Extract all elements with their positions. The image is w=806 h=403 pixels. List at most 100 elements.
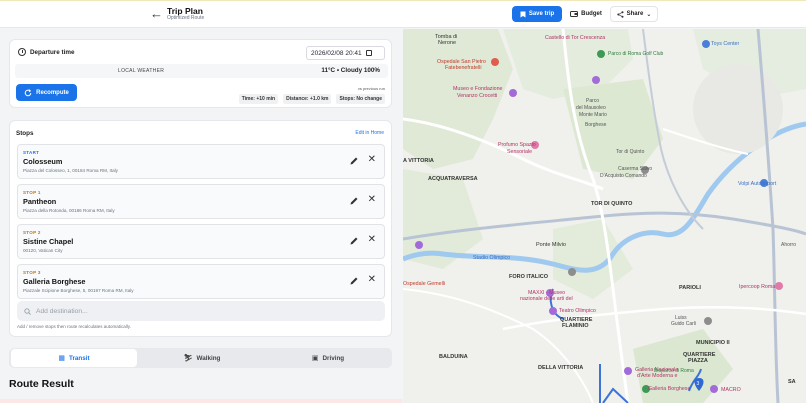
map-label: Borghese	[585, 122, 607, 128]
map-label: Venanzo Crocetti	[457, 93, 498, 99]
hospital-pin-icon	[491, 58, 499, 66]
stadium-pin-icon	[568, 268, 576, 276]
map-label: Guido Carli	[671, 321, 697, 327]
park-pin-icon	[597, 50, 605, 58]
top-accent-line	[0, 0, 806, 1]
share-button[interactable]: Share ⌄	[610, 6, 658, 22]
stops-hint: Add / remove stops then route recalculat…	[17, 324, 131, 329]
back-arrow-icon[interactable]: ←	[150, 7, 163, 21]
stop-name: Galleria Borghese	[23, 277, 86, 286]
budget-button[interactable]: Budget	[566, 6, 606, 22]
tab-driving-label: Driving	[322, 354, 345, 362]
theater-pin-icon	[549, 307, 557, 315]
tab-walking[interactable]: ⛷ Walking	[139, 349, 265, 367]
vs-previous-label: vs previous run	[357, 86, 385, 91]
stop-address: Piazza del Colosseo, 1, 00184 Roma RM, I…	[23, 168, 118, 173]
university-pin-icon	[704, 317, 712, 325]
save-trip-label: Save trip	[528, 11, 555, 17]
map-label: DELLA VITTORIA	[538, 365, 584, 371]
map-label: Ipercoop Roma	[739, 284, 776, 290]
departure-datetime-input[interactable]: 2026/02/08 20:41	[306, 46, 385, 60]
edit-in-home-link[interactable]: Edit in Home	[355, 130, 384, 136]
map-label: Luiss	[675, 315, 687, 321]
map-label: Ahorro	[781, 242, 797, 248]
map-label: Bioparco di Roma	[654, 368, 694, 374]
departure-card: Departure time 2026/02/08 20:41 LOCAL WE…	[9, 39, 392, 108]
stop-name: Colosseum	[23, 157, 63, 166]
museum-pin-icon	[415, 241, 423, 249]
departure-datetime-value: 2026/02/08 20:41	[311, 49, 362, 57]
map-label: Castello di Tor Crescenza	[545, 35, 606, 41]
map-view[interactable]: 3 Tomba di Nerone Castello di Tor Cresce…	[403, 29, 806, 403]
diff-chips: Time: +10 min Distance: +1.0 km Stops: N…	[238, 94, 385, 104]
stop-item-1[interactable]: STOP 1 Pantheon Piazza della Rotonda, 00…	[17, 184, 385, 219]
chevron-down-icon: ⌄	[646, 11, 652, 18]
route-result-banner	[0, 399, 402, 403]
map-label: Teatro Olimpico	[559, 308, 596, 314]
departure-label: Departure time	[30, 49, 75, 56]
pencil-icon[interactable]	[349, 236, 359, 246]
map-label: Galleria Borghese	[648, 386, 691, 392]
map-label: Parco	[586, 98, 600, 104]
store-pin-icon	[775, 282, 783, 290]
map-label: Museo e Fondazione	[453, 86, 503, 92]
map-label: A VITTORIA	[403, 158, 434, 164]
map-label: FORO ITALICO	[509, 274, 549, 280]
tab-transit[interactable]: ▦ Transit	[11, 349, 137, 367]
map-label: Ospedale Gemelli	[403, 281, 446, 287]
close-icon[interactable]: ✕	[368, 275, 376, 285]
stop-address: Piazzale Scipione Borghese, 5, 00197 Rom…	[23, 288, 134, 293]
recompute-label: Recompute	[36, 89, 69, 96]
budget-label: Budget	[581, 11, 602, 17]
map-label: FLAMINIO	[562, 323, 589, 329]
park-area	[553, 219, 633, 299]
map-label: del Mausoleo	[576, 105, 606, 111]
map-label: Ponte Milvio	[536, 242, 566, 248]
pencil-icon[interactable]	[349, 156, 359, 166]
add-destination-input[interactable]: Add destination...	[17, 301, 385, 321]
trip-panel: Departure time 2026/02/08 20:41 LOCAL WE…	[0, 29, 402, 403]
stop-tag: STOP 2	[23, 230, 41, 235]
clock-icon	[18, 48, 26, 56]
close-icon[interactable]: ✕	[368, 155, 376, 165]
marker-number: 3	[697, 381, 700, 387]
pencil-icon[interactable]	[349, 276, 359, 286]
stop-tag: STOP 1	[23, 190, 41, 195]
road-secondary	[502, 306, 806, 331]
road-secondary	[403, 288, 594, 403]
map-label: Sensoriale	[507, 149, 533, 155]
shop-pin-icon	[702, 40, 710, 48]
stop-item-2[interactable]: STOP 2 Sistine Chapel 00120, Vatican Cit…	[17, 224, 385, 259]
map-label: BALDUINA	[439, 354, 468, 360]
close-icon[interactable]: ✕	[368, 195, 376, 205]
map-label: PARIOLI	[679, 285, 701, 291]
tab-transit-label: Transit	[68, 354, 90, 362]
close-icon[interactable]: ✕	[368, 235, 376, 245]
stops-diff-chip: Stops: No change	[336, 94, 385, 104]
stop-address: 00120, Vatican City	[23, 248, 63, 253]
walking-icon: ⛷	[183, 355, 193, 362]
map-label: Caserma Salvo	[618, 166, 653, 172]
map-label: ACQUATRAVERSA	[428, 176, 478, 182]
map-label: Nerone	[438, 40, 457, 46]
save-trip-button[interactable]: Save trip	[512, 6, 562, 22]
stops-title: Stops	[16, 130, 34, 137]
map-label: PIAZZA	[688, 358, 708, 364]
stop-name: Sistine Chapel	[23, 237, 74, 246]
car-icon: ▣	[311, 355, 319, 362]
top-bar: ← Trip Plan Optimized Route Save trip Bu…	[0, 0, 806, 28]
calendar-icon[interactable]	[365, 50, 372, 56]
page-subtitle: Optimized Route	[167, 15, 205, 21]
stop-tag: STOP 3	[23, 270, 41, 275]
route-result-title: Route Result	[9, 378, 74, 390]
stop-item-start[interactable]: START Colosseum Piazza del Colosseo, 1, …	[17, 144, 385, 179]
museum-pin-icon	[592, 76, 600, 84]
recompute-button[interactable]: Recompute	[16, 84, 77, 101]
museum-pin-icon	[509, 89, 517, 97]
stop-address: Piazza della Rotonda, 00186 Roma RM, Ita…	[23, 208, 115, 213]
map-label: Profumo Spazio	[498, 142, 536, 148]
tab-driving[interactable]: ▣ Driving	[265, 349, 391, 367]
stop-item-3[interactable]: STOP 3 Galleria Borghese Piazzale Scipio…	[17, 264, 385, 299]
pencil-icon[interactable]	[349, 196, 359, 206]
map-label: nazionale delle arti del	[520, 296, 573, 302]
